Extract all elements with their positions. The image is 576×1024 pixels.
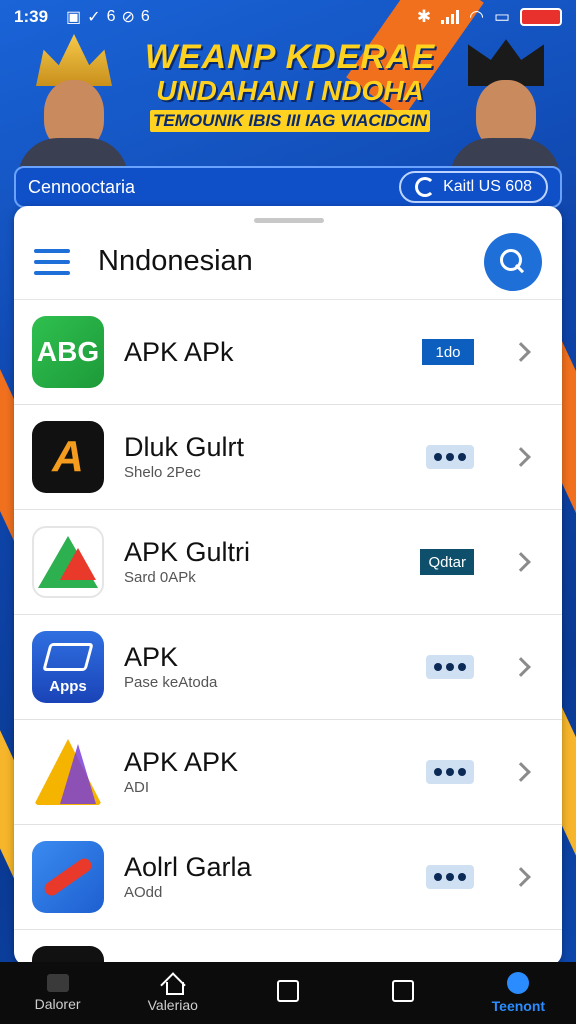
app-subtitle: Shelo 2Pec <box>124 464 201 481</box>
notification-icon: 6 <box>140 8 150 25</box>
refresh-icon <box>415 177 436 197</box>
more-options-icon[interactable] <box>426 445 474 469</box>
status-time: 1:39 <box>14 7 49 26</box>
app-name: APK APk <box>124 337 234 367</box>
app-row[interactable]: ⚡DalVaiK <box>14 930 562 966</box>
home-icon <box>162 973 184 995</box>
chevron-right-icon[interactable] <box>511 867 531 887</box>
notification-icon: ✓ <box>87 9 101 26</box>
search-icon <box>500 248 526 275</box>
chevron-right-icon[interactable] <box>511 342 531 362</box>
more-options-icon[interactable] <box>426 865 474 889</box>
nav-item[interactable]: Teenont <box>468 972 568 1014</box>
app-list: ABG APK APk 1do A Dluk Gulrt Shelo 2Pec APK Gu… <box>14 300 562 966</box>
app-name: APK <box>124 642 179 672</box>
app-name: APK APK <box>124 747 239 777</box>
app-texts: APK APk <box>124 336 422 368</box>
chevron-right-icon[interactable] <box>511 762 531 782</box>
gift-icon <box>46 974 69 992</box>
headline-line-1: WEANP KDERAE <box>144 38 436 76</box>
cta-label: Kaitl US 608 <box>443 178 532 195</box>
nav-label: Dalorer <box>34 996 81 1012</box>
signal-icon <box>441 10 460 24</box>
app-list-card: Nndonesian ABG APK APk 1do A Dluk Gulrt Shelo… <box>14 206 562 966</box>
nav-item[interactable] <box>353 980 453 1006</box>
square-icon <box>392 980 415 1002</box>
crown-icon <box>36 34 112 86</box>
bluetooth-icon: ✱ <box>416 7 432 26</box>
app-row[interactable]: Apps APK Pase keAtoda <box>14 615 562 720</box>
notification-icon: 6 <box>106 8 116 25</box>
hat-icon <box>468 39 544 86</box>
nav-label: Teenont <box>491 998 546 1014</box>
app-row[interactable]: APK APK ADI <box>14 720 562 825</box>
status-badge[interactable]: 1do <box>422 339 474 365</box>
notification-icon: ⊘ <box>121 9 135 26</box>
a-logo-icon: A <box>32 421 104 493</box>
status-badge[interactable]: Qdtar <box>420 549 474 575</box>
battery-icon <box>520 8 562 26</box>
page-title: Nndonesian <box>98 245 253 277</box>
nav-item[interactable] <box>238 980 338 1006</box>
profile-icon <box>507 972 530 994</box>
bottom-navigation: Dalorer Valeriao Teenont <box>0 962 576 1024</box>
site-bar: Cennooctaria Kaitl US 608 <box>14 166 562 208</box>
app-row[interactable]: APK Gultri Sard 0APk Qdtar <box>14 510 562 615</box>
colorful-a-icon <box>32 736 104 808</box>
app-name: Aolrl Garla <box>124 852 252 882</box>
more-options-icon[interactable] <box>426 760 474 784</box>
app-subtitle: ADI <box>124 779 150 796</box>
app-row[interactable]: A Dluk Gulrt Shelo 2Pec <box>14 405 562 510</box>
hamburger-menu-icon[interactable] <box>34 248 70 275</box>
app-texts: APK APK ADI <box>124 746 426 798</box>
nav-label: Valeriao <box>147 997 198 1013</box>
search-button[interactable] <box>484 232 542 291</box>
feather-icon <box>32 841 104 913</box>
app-texts: APK Pase keAtoda <box>124 641 426 693</box>
nav-item[interactable]: Valeriao <box>123 973 223 1013</box>
hero-banner: WEANP KDERAE UNDAHAN I NDOHA TEMOUNIK IB… <box>0 34 576 178</box>
square-icon <box>276 980 299 1002</box>
chevron-right-icon[interactable] <box>511 657 531 677</box>
app-texts: Dluk Gulrt Shelo 2Pec <box>124 431 426 483</box>
person-illustration <box>18 34 128 178</box>
app-subtitle: Pase keAtoda <box>124 674 218 691</box>
app-subtitle: Sard 0APk <box>124 569 196 586</box>
app-row[interactable]: Aolrl Garla AOdd <box>14 825 562 930</box>
site-label[interactable]: Cennooctaria <box>28 177 399 198</box>
app-name: APK Gultri <box>124 537 251 567</box>
cta-button[interactable]: Kaitl US 608 <box>399 171 548 203</box>
headline-line-3: TEMOUNIK IBIS III IAG VIACIDCIN <box>150 110 430 132</box>
screen-icon: ▭ <box>493 7 510 26</box>
app-texts: APK Gultri Sard 0APk <box>124 536 420 588</box>
more-options-icon[interactable] <box>426 655 474 679</box>
person-illustration <box>450 34 560 178</box>
chevron-right-icon[interactable] <box>511 447 531 467</box>
apps-store-icon: Apps <box>32 631 104 703</box>
chevron-right-icon[interactable] <box>511 552 531 572</box>
app-texts: Aolrl Garla AOdd <box>124 851 426 903</box>
app-subtitle: AOdd <box>124 884 163 901</box>
app-row[interactable]: ABG APK APk 1do <box>14 300 562 405</box>
app-name: Dluk Gulrt <box>124 432 245 462</box>
abc-icon: ABG <box>32 316 104 388</box>
drag-handle[interactable] <box>254 218 324 223</box>
notification-icon: ▣ <box>66 9 82 26</box>
wifi-icon: ◠ <box>469 7 484 26</box>
notification-icons: ▣ ✓ 6 ⊘ 6 <box>66 7 150 27</box>
card-header: Nndonesian <box>14 224 562 300</box>
triangle-logo-icon <box>32 526 104 598</box>
headline-line-2: UNDAHAN I NDOHA <box>156 75 424 106</box>
status-bar: 1:39 ▣ ✓ 6 ⊘ 6 ✱ ◠ ▭ <box>0 0 576 34</box>
hero-headline: WEANP KDERAE UNDAHAN I NDOHA TEMOUNIK IB… <box>140 38 440 132</box>
nav-item[interactable]: Dalorer <box>8 974 108 1012</box>
